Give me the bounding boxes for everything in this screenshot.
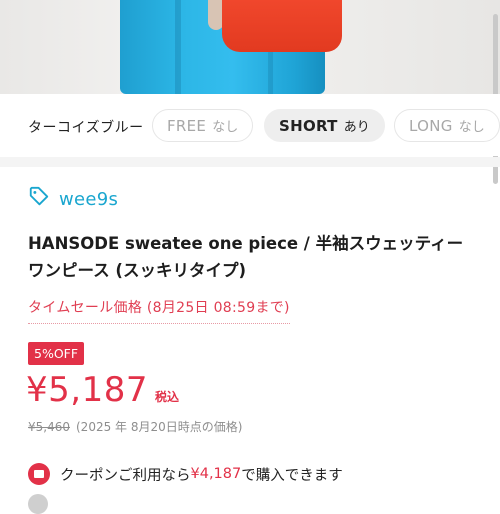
- original-price-amount: ¥5,460: [28, 420, 70, 434]
- product-photo[interactable]: [0, 0, 500, 94]
- red-bag-image: [222, 0, 342, 52]
- coupon-suffix: で購入できます: [241, 467, 343, 484]
- original-price-note: (2025 年 8月20日時点の価格): [76, 420, 243, 434]
- price-amount: ¥5,187: [26, 370, 148, 410]
- stock-label: あり: [343, 120, 370, 135]
- size-option-short[interactable]: SHORT あり: [264, 109, 385, 142]
- coupon-prefix: クーポンご利用なら: [60, 467, 191, 484]
- original-price: ¥5,460 (2025 年 8月20日時点の価格): [28, 418, 242, 435]
- coupon-price: ¥4,187: [190, 466, 242, 482]
- stock-label: なし: [458, 120, 485, 135]
- section-divider: [0, 157, 500, 167]
- size-option-long[interactable]: LONG なし: [394, 109, 500, 142]
- stock-label: なし: [212, 120, 239, 135]
- dress-fold: [175, 0, 181, 94]
- brand-name: wee9s: [59, 188, 119, 210]
- size-option-free[interactable]: FREE なし: [152, 109, 254, 142]
- tax-label: 税込: [154, 390, 179, 404]
- tag-icon: [28, 186, 50, 212]
- price: ¥5,187 税込: [26, 370, 179, 410]
- brand-link[interactable]: wee9s: [28, 186, 118, 212]
- coupon-icon: [28, 463, 50, 485]
- timesale-label[interactable]: タイムセール価格 (8月25日 08:59まで): [28, 297, 290, 324]
- color-label: ターコイズブルー: [28, 120, 144, 136]
- discount-badge: 5%OFF: [28, 342, 85, 365]
- next-row-icon: [28, 494, 48, 514]
- size-label: SHORT: [279, 117, 338, 135]
- product-title: HANSODE sweatee one piece / 半袖スウェッティーワンピ…: [28, 234, 464, 280]
- size-label: LONG: [409, 117, 453, 135]
- coupon-row[interactable]: クーポンご利用なら ¥4,187 で購入できます: [28, 463, 343, 485]
- size-label: FREE: [167, 117, 207, 135]
